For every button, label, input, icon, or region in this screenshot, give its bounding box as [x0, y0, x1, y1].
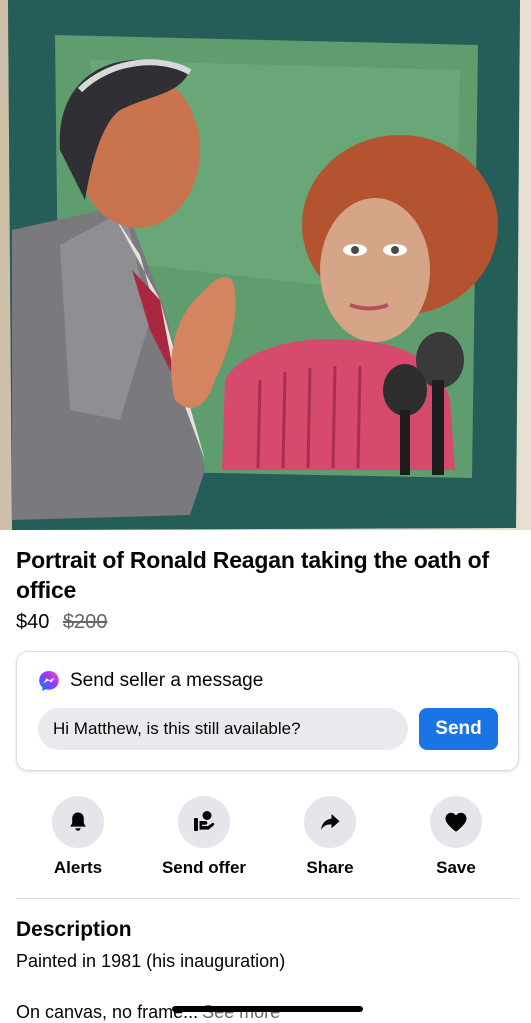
offer-hand-icon [194, 811, 215, 831]
price-row: $40 $200 [16, 608, 107, 636]
send-offer-label: Send offer [161, 858, 247, 877]
send-offer-button[interactable] [178, 796, 230, 848]
section-divider [16, 898, 519, 899]
alerts-button[interactable] [52, 796, 104, 848]
message-card-title: Send seller a message [70, 670, 264, 691]
see-more-link[interactable]: See more [202, 1002, 280, 1022]
description-text: On canvas, no frame... [16, 1002, 199, 1022]
heart-icon [445, 812, 467, 832]
painting-image [0, 0, 531, 530]
save-action[interactable]: Save [396, 796, 516, 878]
save-label: Save [436, 858, 476, 877]
listing-photo[interactable] [0, 0, 531, 530]
share-button[interactable] [304, 796, 356, 848]
message-input[interactable]: Hi Matthew, is this still available? [38, 708, 408, 750]
alerts-label: Alerts [53, 858, 103, 877]
original-price: $200 [62, 611, 108, 633]
home-indicator[interactable] [172, 1006, 363, 1012]
message-seller-card: Send seller a message Hi Matthew, is thi… [16, 651, 519, 771]
description-heading: Description [16, 918, 132, 941]
send-button[interactable]: Send [419, 708, 498, 750]
messenger-icon [39, 671, 59, 691]
share-arrow-icon [321, 814, 340, 830]
send-offer-action[interactable]: Send offer [144, 796, 264, 878]
share-label: Share [306, 858, 354, 877]
listing-title: Portrait of Ronald Reagan taking the oat… [16, 547, 489, 603]
share-action[interactable]: Share [270, 796, 390, 878]
description-line-1: Painted in 1981 (his inauguration) [16, 951, 286, 971]
alerts-action[interactable]: Alerts [18, 796, 138, 878]
action-row: Alerts Send offer Share Save [0, 796, 531, 886]
bell-icon [70, 812, 86, 831]
message-card-header: Send seller a message [37, 669, 263, 693]
save-button[interactable] [430, 796, 482, 848]
price: $40 [16, 611, 50, 633]
